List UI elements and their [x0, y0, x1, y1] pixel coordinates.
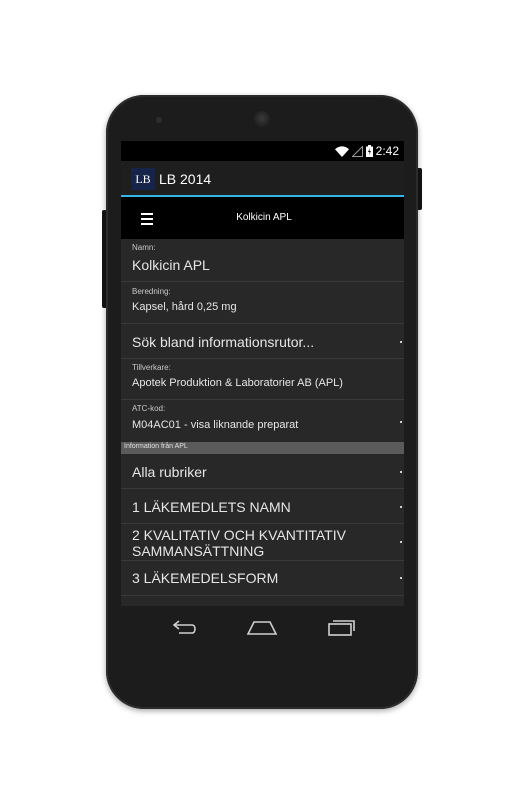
manufacturer-label: Tillverkare:: [132, 363, 171, 372]
navigation-bar: [121, 606, 404, 650]
section-item-label: 2 KVALITATIV OCH KVANTITATIV SAMMANSÄTTN…: [132, 527, 346, 559]
status-bar: 2:42: [121, 141, 404, 161]
atc-row[interactable]: ATC-kod: M04AC01 - visa liknande prepara…: [121, 400, 404, 442]
home-icon[interactable]: [246, 614, 278, 640]
front-camera: [156, 117, 162, 123]
item-indicator-dot: [400, 577, 402, 579]
section-item-label: 3 LÄKEMEDELSFORM: [132, 570, 279, 586]
section-item-label: 1 LÄKEMEDLETS NAMN: [132, 499, 291, 515]
section-item-1[interactable]: 1 LÄKEMEDLETS NAMN: [121, 489, 404, 524]
name-row: Namn: Kolkicin APL: [121, 239, 404, 282]
manufacturer-value: Apotek Produktion & Laboratorier AB (APL…: [132, 377, 343, 389]
section-item-all-headings[interactable]: Alla rubriker: [121, 454, 404, 489]
status-time: 2:42: [375, 144, 399, 158]
item-indicator-dot: [400, 421, 402, 423]
back-icon[interactable]: [167, 614, 199, 640]
name-label: Namn:: [132, 243, 156, 252]
recent-apps-icon[interactable]: [325, 614, 357, 640]
battery-icon: [365, 145, 373, 157]
atc-value: M04AC01 - visa liknande preparat: [132, 419, 299, 431]
wifi-icon: [334, 145, 349, 157]
formulation-value: Kapsel, hård 0,25 mg: [132, 301, 237, 313]
section-header: Information från APL: [121, 442, 404, 454]
detail-list: Namn: Kolkicin APL Beredning: Kapsel, hå…: [121, 239, 404, 606]
action-bar: LB LB 2014: [121, 161, 404, 197]
phone-screen: 2:42 LB LB 2014 Kolkicin APL Namn: Kolki…: [121, 141, 404, 606]
item-indicator-dot: [400, 506, 402, 508]
search-info-row[interactable]: Sök bland informationsrutor...: [121, 324, 404, 359]
name-value: Kolkicin APL: [132, 257, 210, 273]
section-item-2[interactable]: 2 KVALITATIV OCH KVANTITATIV SAMMANSÄTTN…: [121, 524, 404, 561]
section-item-label: Alla rubriker: [132, 464, 207, 480]
earpiece-speaker: [254, 111, 270, 127]
toolbar-title: Kolkicin APL: [236, 212, 292, 223]
section-item-3[interactable]: 3 LÄKEMEDELSFORM: [121, 561, 404, 596]
formulation-label: Beredning:: [132, 287, 171, 296]
item-indicator-dot: [400, 541, 402, 543]
manufacturer-row: Tillverkare: Apotek Produktion & Laborat…: [121, 359, 404, 400]
item-indicator-dot: [400, 471, 402, 473]
section-header-label: Information från APL: [124, 443, 188, 450]
search-info-label: Sök bland informationsrutor...: [132, 334, 315, 350]
signal-icon: [351, 145, 363, 157]
item-indicator-dot: [400, 341, 402, 343]
app-title: LB 2014: [159, 171, 212, 187]
app-logo-icon[interactable]: LB: [131, 168, 155, 190]
atc-label: ATC-kod:: [132, 404, 166, 413]
detail-toolbar: Kolkicin APL: [121, 199, 404, 239]
formulation-row: Beredning: Kapsel, hård 0,25 mg: [121, 282, 404, 324]
